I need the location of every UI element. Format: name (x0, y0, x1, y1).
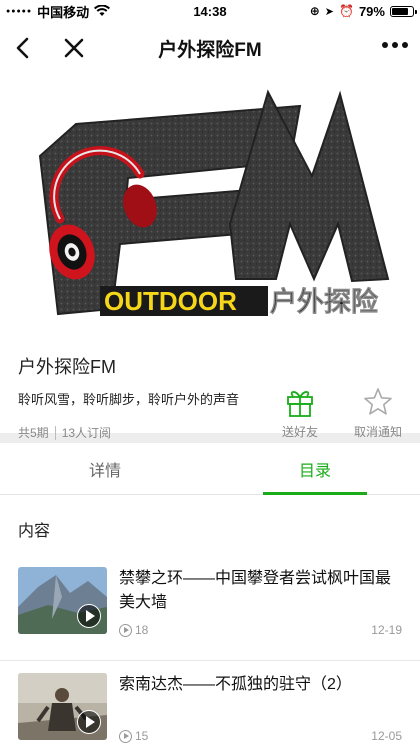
status-bar: ●●●●● 中国移动 14:38 ⊕ ➤ ⏰ 79% (0, 0, 420, 22)
tab-catalog[interactable]: 目录 (210, 443, 420, 494)
more-menu-button[interactable] (382, 42, 408, 48)
carrier-label: 中国移动 (37, 4, 90, 20)
play-count-icon (119, 729, 132, 743)
divider (54, 425, 56, 440)
close-icon[interactable] (60, 34, 88, 62)
fm-outdoor-logo: FM OUTDOOR 户外探险 (38, 89, 394, 318)
episode-date: 12-05 (371, 729, 402, 743)
episode-title: 禁攀之环——中国攀登者尝试枫叶国最美大墙 (119, 570, 392, 611)
alarm-icon: ⏰ (339, 4, 354, 18)
battery-icon (389, 5, 417, 17)
episode-date: 12-19 (371, 623, 402, 637)
episode-count: 共5期 (18, 426, 49, 440)
clock: 14:38 (193, 3, 227, 19)
location-icon: ➤ (324, 5, 334, 18)
wifi-icon (94, 5, 111, 16)
play-count: 15 (135, 729, 149, 743)
nav-bar: 户外探险FM (0, 22, 420, 74)
album-cover: FM OUTDOOR 户外探险 (0, 74, 420, 339)
list-heading: 内容 (18, 523, 51, 540)
app-screen: ●●●●● 中国移动 14:38 ⊕ ➤ ⏰ 79% 户外探险FM FM OUT… (0, 0, 420, 747)
signal-icon: ●●●●● (6, 7, 33, 15)
episode-thumbnail (18, 567, 107, 634)
star-icon (364, 388, 392, 415)
list-item[interactable]: 禁攀之环——中国攀登者尝试枫叶国最美大墙 18 12-19 (0, 555, 420, 660)
album-info: 户外探险FM 聆听风雪，聆听脚步，聆听户外的声音 共5期 13人订阅 送好友 取… (0, 339, 420, 440)
banner-en-text: OUTDOOR (104, 286, 237, 316)
share-button[interactable]: 送好友 (272, 385, 328, 440)
unsubscribe-button[interactable]: 取消通知 (350, 385, 406, 440)
play-icon[interactable] (77, 604, 101, 628)
tab-bar: 详情 目录 (0, 443, 420, 495)
list-item[interactable]: 索南达杰——不孤独的驻守（2） 15 12-05 (0, 660, 420, 747)
rotation-lock-icon: ⊕ (309, 4, 320, 18)
unsubscribe-label: 取消通知 (353, 425, 402, 439)
episode-title: 索南达杰——不孤独的驻守（2） (119, 676, 352, 693)
subscriber-count: 13人订阅 (61, 426, 112, 440)
banner-cn-text: 户外探险 (270, 286, 379, 318)
gift-icon (287, 391, 313, 417)
album-actions: 送好友 取消通知 (272, 385, 406, 440)
album-title: 户外探险FM (18, 357, 116, 377)
back-icon[interactable] (10, 34, 38, 62)
episode-thumbnail (18, 673, 107, 740)
share-label: 送好友 (281, 425, 318, 439)
tab-details[interactable]: 详情 (0, 443, 210, 494)
play-count: 18 (135, 623, 149, 637)
play-count-icon (119, 623, 132, 637)
logo-text: FM (150, 146, 164, 157)
battery-percent: 79% (358, 3, 385, 19)
play-icon[interactable] (77, 710, 101, 734)
